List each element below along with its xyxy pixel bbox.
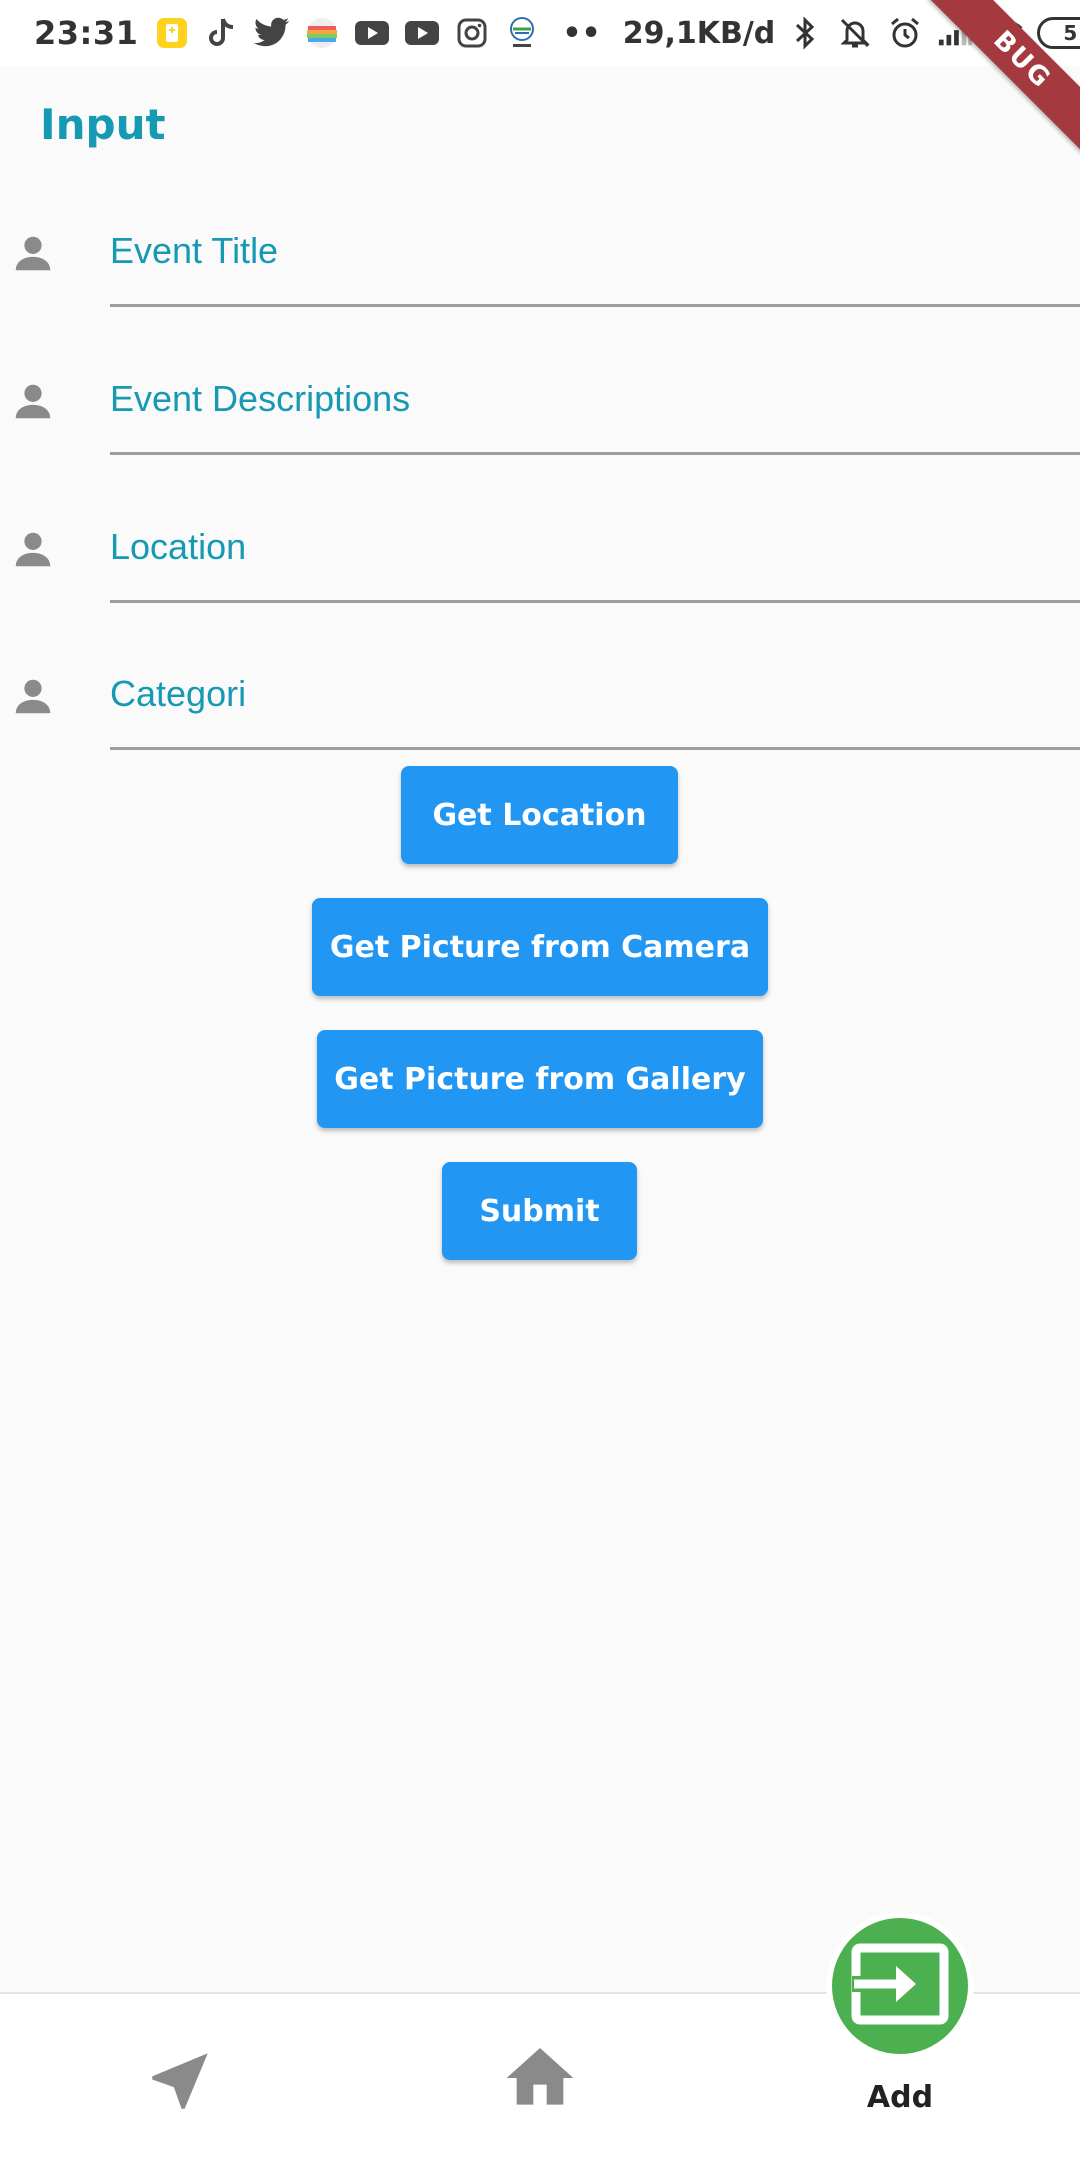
notification-icons: •• 29,1KB/d: [154, 15, 783, 51]
person-icon: [10, 378, 56, 424]
person-icon: [10, 526, 56, 572]
twitter-icon: [254, 15, 290, 51]
event-title-field[interactable]: Event Title: [0, 168, 1080, 316]
bmkg-icon: [504, 15, 540, 51]
categori-input[interactable]: [110, 651, 1080, 741]
add-nav-circle: [832, 1918, 968, 2054]
location-underline: [110, 600, 1080, 603]
person-icon: [10, 673, 56, 719]
instagram-icon: [454, 15, 490, 51]
tiktok-icon: [204, 15, 240, 51]
person-icon: [10, 230, 56, 276]
event-descriptions-field[interactable]: Event Descriptions: [0, 316, 1080, 464]
youtube-icon: [354, 15, 390, 51]
nav-item-navigate[interactable]: [130, 1994, 230, 2160]
status-bar: 23:31 •• 29,1KB/d 5: [0, 0, 1080, 66]
location-input[interactable]: [110, 504, 1080, 594]
alarm-icon: [887, 15, 923, 51]
submit-button[interactable]: Submit: [442, 1162, 637, 1260]
get-picture-gallery-button[interactable]: Get Picture from Gallery: [317, 1030, 763, 1128]
get-location-button[interactable]: Get Location: [401, 766, 678, 864]
categori-underline: [110, 747, 1080, 750]
event-title-input[interactable]: [110, 208, 1080, 298]
screen: 23:31 •• 29,1KB/d 5 BUG Input Event Titl…: [0, 0, 1080, 2160]
location-field[interactable]: Location: [0, 464, 1080, 612]
youtube-icon: [404, 15, 440, 51]
network-speed: 29,1KB/d: [622, 15, 776, 51]
event-descriptions-input[interactable]: [110, 356, 1080, 446]
add-nav-label: Add: [866, 2080, 934, 2115]
categori-field[interactable]: Categori: [0, 611, 1080, 759]
input-icon: [850, 1942, 950, 2031]
status-time: 23:31: [34, 14, 139, 52]
mute-icon: [837, 15, 873, 51]
nav-item-home[interactable]: [490, 1994, 590, 2160]
rainbow-app-icon: [304, 15, 340, 51]
event-title-underline: [110, 304, 1080, 307]
navigation-arrow-icon: [143, 2044, 217, 2123]
add-nav-button[interactable]: [826, 1912, 974, 2060]
home-icon: [500, 2038, 580, 2123]
battery-saver-icon: [154, 15, 190, 51]
overflow-dots: ••: [562, 15, 601, 51]
get-picture-camera-button[interactable]: Get Picture from Camera: [312, 898, 768, 996]
event-descriptions-underline: [110, 452, 1080, 455]
battery-icon: 5: [1037, 17, 1080, 49]
page-title: Input: [40, 100, 166, 149]
bluetooth-icon: [787, 15, 823, 51]
